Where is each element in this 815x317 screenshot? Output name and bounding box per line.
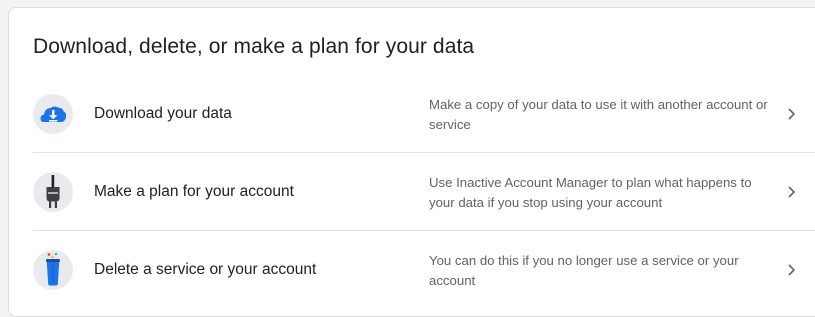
data-management-card: Download, delete, or make a plan for you…	[8, 7, 815, 317]
power-plug-icon	[33, 172, 73, 212]
card-title: Download, delete, or make a plan for you…	[33, 35, 475, 58]
plan-account-row[interactable]: Make a plan for your account Use Inactiv…	[9, 153, 815, 231]
trash-can-icon	[33, 250, 73, 290]
chevron-right-icon	[781, 182, 801, 202]
cloud-download-icon	[33, 94, 73, 134]
delete-service-label: Delete a service or your account	[94, 261, 317, 278]
download-data-label: Download your data	[94, 105, 232, 122]
delete-service-row[interactable]: Delete a service or your account You can…	[9, 231, 815, 309]
plan-account-label: Make a plan for your account	[94, 183, 294, 200]
delete-service-description: You can do this if you no longer use a s…	[429, 253, 739, 288]
download-data-description: Make a copy of your data to use it with …	[429, 97, 768, 132]
plan-account-description: Use Inactive Account Manager to plan wha…	[429, 175, 752, 210]
chevron-right-icon	[781, 104, 801, 124]
chevron-right-icon	[781, 260, 801, 280]
download-data-row[interactable]: Download your data Make a copy of your d…	[9, 75, 815, 153]
